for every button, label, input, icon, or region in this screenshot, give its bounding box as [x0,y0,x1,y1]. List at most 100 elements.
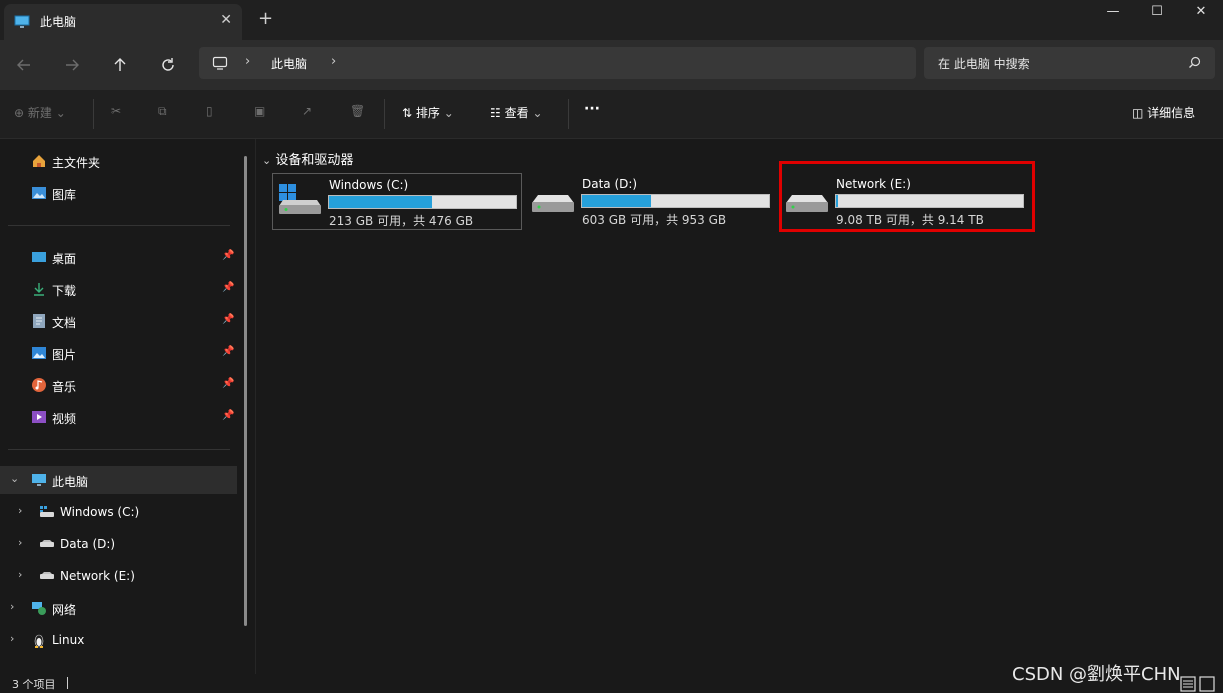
share-icon[interactable]: ↗ [302,104,312,118]
storage-fill [582,195,651,207]
back-arrow-icon[interactable] [11,52,37,78]
pin-icon[interactable]: 📌 [222,314,234,325]
search-box[interactable]: 在 此电脑 中搜索 [924,47,1215,79]
delete-icon[interactable]: 🗑 [350,104,365,118]
pin-icon[interactable]: 📌 [222,410,234,421]
more-options-icon[interactable]: ··· [584,101,600,117]
music-icon [31,377,47,393]
view-list-icon: ☷ [490,106,501,120]
sidebar-item-videos[interactable]: 视频 📌 [0,403,237,431]
sort-button[interactable]: ⇅ 排序 ⌄ [402,104,454,121]
drive-tile-d[interactable]: Data (D:) 603 GB 可用，共 953 GB [526,173,776,230]
monitor-icon [14,14,30,33]
sidebar-scrollbar[interactable] [244,156,247,626]
sidebar-item-drive-c[interactable]: › Windows (C:) [0,498,237,526]
forward-arrow-icon[interactable] [59,52,85,78]
sidebar-item-documents[interactable]: 文档 📌 [0,307,237,335]
sidebar-item-network[interactable]: › 网络 [0,594,237,622]
rename-icon[interactable]: ▣ [254,104,265,118]
copy-icon[interactable]: ⧉ [158,104,167,119]
search-icon [1188,56,1201,72]
chevron-right-icon[interactable]: › [10,632,14,645]
chevron-right-icon[interactable]: › [18,504,22,517]
pin-icon[interactable]: 📌 [222,282,234,293]
sidebar-label: Data (D:) [60,537,116,551]
drive-size-text: 213 GB 可用，共 476 GB [329,214,474,228]
toolbar-divider [568,99,569,129]
refresh-icon[interactable] [155,52,181,78]
new-tab-button[interactable]: + [258,9,273,29]
details-button[interactable]: ◫ 详细信息 [1132,104,1195,121]
document-icon [31,313,47,329]
search-input[interactable]: 在 此电脑 中搜索 [938,55,1030,72]
chevron-right-icon[interactable]: › [10,600,14,613]
command-bar: ⊕ 新建 ⌄ ✂ ⧉ ▯ ▣ ↗ 🗑 ⇅ 排序 ⌄ ☷ 查看 ⌄ ··· ◫ 详… [0,90,1223,139]
linux-penguin-icon [31,632,47,648]
drive-tile-c[interactable]: Windows (C:) 213 GB 可用，共 476 GB [272,173,522,230]
pin-icon[interactable]: 📌 [222,378,234,389]
chevron-right-icon[interactable]: › [18,536,22,549]
address-bar[interactable]: › 此电脑 › [199,47,916,79]
chevron-down-icon: ⌄ [262,154,272,167]
watermark-text: CSDN @劉焕平CHN [1012,664,1181,685]
navigation-pane: 主文件夹 图库 桌面 📌 下载 📌 文档 📌 图片 📌 音乐 📌 视频 📌 ⌄ … [0,139,256,674]
gallery-icon [31,185,47,201]
sidebar-label: 视频 [52,412,77,426]
chevron-down-icon: ⌄ [532,106,543,120]
paste-icon[interactable]: ▯ [206,104,213,118]
sidebar-label: Network (E:) [60,569,135,583]
sidebar-item-home[interactable]: 主文件夹 [0,147,237,175]
sidebar-label: 网络 [52,603,77,617]
sidebar-item-music[interactable]: 音乐 📌 [0,371,237,399]
sidebar-item-linux[interactable]: › Linux [0,626,237,654]
drive-name: Windows (C:) [329,178,409,192]
sidebar-item-pictures[interactable]: 图片 📌 [0,339,237,367]
tab-this-pc[interactable]: 此电脑 ✕ [4,4,242,40]
plus-circle-icon: ⊕ [14,106,25,120]
network-icon [31,600,47,616]
sidebar-label: 主文件夹 [52,156,101,170]
sidebar-item-this-pc[interactable]: ⌄ 此电脑 [0,466,237,494]
cut-icon[interactable]: ✂ [111,104,121,118]
new-button[interactable]: ⊕ 新建 ⌄ [14,104,66,121]
close-tab-icon[interactable]: ✕ [220,12,232,28]
sidebar-item-downloads[interactable]: 下载 📌 [0,275,237,303]
windows-drive-icon [279,184,323,219]
sort-arrows-icon: ⇅ [402,106,413,120]
title-bar: 此电脑 ✕ + — ☐ ✕ [0,0,1223,40]
drive-icon [532,183,576,218]
chevron-right-icon[interactable]: › [331,54,336,69]
pin-icon[interactable]: 📌 [222,346,234,357]
details-view-icon[interactable] [1180,676,1216,693]
sidebar-item-drive-e[interactable]: › Network (E:) [0,562,237,590]
maximize-button[interactable]: ☐ [1134,2,1180,24]
chevron-right-icon[interactable]: › [18,568,22,581]
section-title: 设备和驱动器 [275,153,354,168]
chevron-right-icon: › [245,54,251,69]
sidebar-item-desktop[interactable]: 桌面 📌 [0,243,237,271]
section-header-devices[interactable]: ⌄ 设备和驱动器 [262,149,353,168]
details-pane-icon: ◫ [1132,106,1144,120]
status-divider [67,677,68,689]
sidebar-label: 音乐 [52,380,77,394]
sidebar-item-drive-d[interactable]: › Data (D:) [0,530,237,558]
sidebar-label: 文档 [52,316,77,330]
tab-title: 此电脑 [40,15,77,29]
sidebar-divider [8,449,230,450]
storage-bar [328,195,517,209]
view-button[interactable]: ☷ 查看 ⌄ [490,104,543,121]
breadcrumb-this-pc[interactable]: 此电脑 [271,55,307,72]
sidebar-label: Windows (C:) [60,505,140,519]
sidebar-item-gallery[interactable]: 图库 [0,179,237,207]
minimize-button[interactable]: — [1090,2,1136,24]
sidebar-label: Linux [52,633,85,647]
chevron-down-icon[interactable]: ⌄ [10,472,19,485]
pin-icon[interactable]: 📌 [222,250,234,261]
up-arrow-icon[interactable] [107,52,133,78]
toolbar-divider [384,99,385,129]
sort-label: 排序 [415,106,440,120]
sidebar-label: 桌面 [52,252,77,266]
monitor-outline-icon [212,55,228,74]
close-window-button[interactable]: ✕ [1178,2,1223,24]
item-count: 3 个项目 [12,678,56,691]
